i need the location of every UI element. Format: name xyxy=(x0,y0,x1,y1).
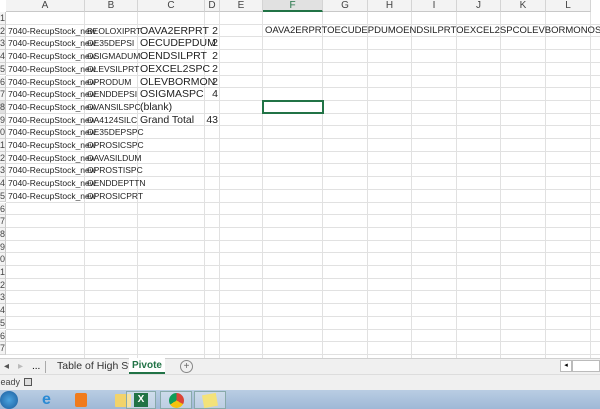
windows-taskbar: e X xyxy=(0,390,600,409)
selected-cell-f8[interactable] xyxy=(262,100,324,114)
pivot-row-label[interactable]: OLEVBORMON xyxy=(140,76,215,88)
cell-a10[interactable]: 7040-RecupStock_new xyxy=(8,126,96,138)
status-bar: Ready xyxy=(0,374,600,390)
hscroll-left-icon[interactable]: ◂ xyxy=(560,360,572,372)
gridline xyxy=(322,12,323,358)
sticky-notes-icon[interactable] xyxy=(194,391,226,409)
cell-a15[interactable]: 7040-RecupStock_new xyxy=(8,190,96,202)
cell-b5[interactable]: OLEVSILPRT xyxy=(87,63,139,75)
pivot-row-count[interactable] xyxy=(205,101,218,113)
gridline xyxy=(411,12,412,358)
column-header-h[interactable]: H xyxy=(368,0,412,12)
gridline xyxy=(590,12,591,358)
tab-pivote[interactable]: Pivote xyxy=(129,358,165,374)
pivot-row-count[interactable]: 2 xyxy=(205,63,218,75)
cell-b6[interactable]: OPRODUM xyxy=(87,76,131,88)
pivot-row-count[interactable]: 2 xyxy=(205,76,218,88)
cell-b14[interactable]: OENDDEPTTN xyxy=(87,177,146,189)
media-player-icon[interactable] xyxy=(64,391,97,409)
cell-b4[interactable]: OSIGMADUM xyxy=(87,50,140,62)
cell-a3[interactable]: 7040-RecupStock_new xyxy=(8,37,96,49)
cell-b3[interactable]: OE35DEPSI xyxy=(87,37,134,49)
column-header-a[interactable]: A xyxy=(6,0,85,12)
cell-a6[interactable]: 7040-RecupStock_new xyxy=(8,76,96,88)
column-header-j[interactable]: J xyxy=(457,0,501,12)
status-text: Ready xyxy=(0,377,21,387)
cell-a11[interactable]: 7040-RecupStock_new xyxy=(8,139,96,151)
column-header-g[interactable]: G xyxy=(323,0,368,12)
cell-a13[interactable]: 7040-RecupStock_new xyxy=(8,164,96,176)
macro-record-icon[interactable] xyxy=(24,378,32,386)
divider xyxy=(45,361,46,373)
gridline xyxy=(219,12,220,358)
cell-b10[interactable]: OE35DEPSPC xyxy=(87,126,144,138)
pivot-row-label[interactable]: OSIGMASPC xyxy=(140,88,204,100)
gridline xyxy=(6,239,600,241)
scroll-left-icon[interactable]: ◂ xyxy=(4,359,9,374)
column-header-k[interactable]: K xyxy=(501,0,546,12)
cell-b9[interactable]: OA4124SILC xyxy=(87,114,137,126)
cell-b11[interactable]: OPROSICSPC xyxy=(87,139,144,151)
pivot-row-label[interactable]: OAVA2ERPRT xyxy=(140,25,209,37)
column-header-f[interactable]: F xyxy=(263,0,323,12)
gridline xyxy=(6,277,600,279)
cell-b2[interactable]: BEOLOXIPRT xyxy=(87,25,141,37)
cell-a4[interactable]: 7040-RecupStock_new xyxy=(8,50,96,62)
gridline xyxy=(6,214,600,216)
add-sheet-button[interactable]: + xyxy=(180,360,193,373)
gridline xyxy=(6,353,600,355)
cell-a5[interactable]: 7040-RecupStock_new xyxy=(8,63,96,75)
gridline xyxy=(6,226,600,228)
cell-f2[interactable]: OAVA2ERPRTOECUDEPDUMOENDSILPRTOEXCEL2SPC… xyxy=(265,25,600,37)
cell-a2[interactable]: 7040-RecupStock_new xyxy=(8,25,96,37)
column-header-d[interactable]: D xyxy=(205,0,220,12)
gridline xyxy=(262,12,263,358)
column-header-b[interactable]: B xyxy=(85,0,138,12)
gridline xyxy=(456,12,457,358)
internet-explorer-icon[interactable]: e xyxy=(30,391,63,409)
pivot-row-label[interactable]: OENDSILPRT xyxy=(140,50,207,62)
gridline xyxy=(6,252,600,254)
pivot-row-label[interactable]: (blank) xyxy=(140,101,172,113)
column-header-e[interactable]: E xyxy=(220,0,263,12)
gridline xyxy=(6,341,600,343)
spreadsheet-grid[interactable]: ABCDEFGHIJKL1234567891011121314151617181… xyxy=(0,0,600,358)
scroll-right-icon[interactable]: ▸ xyxy=(18,359,23,374)
column-header-i[interactable]: I xyxy=(412,0,457,12)
gridline xyxy=(367,12,368,358)
gridline xyxy=(6,290,600,292)
cell-a9[interactable]: 7040-RecupStock_new xyxy=(8,114,96,126)
pivot-row-count[interactable]: 43 xyxy=(205,114,218,126)
column-header-c[interactable]: C xyxy=(138,0,205,12)
gridline xyxy=(6,328,600,330)
cell-b12[interactable]: OAVASILDUM xyxy=(87,152,141,164)
cell-b8[interactable]: OVANSILSPC xyxy=(87,101,141,113)
gridline xyxy=(6,265,600,266)
pivot-row-label[interactable]: Grand Total xyxy=(140,114,194,126)
excel-taskbar-icon[interactable]: X xyxy=(126,391,156,409)
gridline xyxy=(6,303,600,305)
cell-b15[interactable]: OPROSICPRT xyxy=(87,190,143,202)
cell-a7[interactable]: 7040-RecupStock_new xyxy=(8,88,96,100)
cell-a8[interactable]: 7040-RecupStock_new xyxy=(8,101,96,113)
cell-b7[interactable]: OENDDEPSI xyxy=(87,88,137,100)
column-header-l[interactable]: L xyxy=(546,0,591,12)
pivot-row-count[interactable]: 2 xyxy=(205,37,218,49)
horizontal-scrollbar[interactable] xyxy=(572,360,600,372)
start-button-icon[interactable] xyxy=(0,391,25,409)
pivot-row-count[interactable]: 4 xyxy=(205,88,218,100)
cell-a12[interactable]: 7040-RecupStock_new xyxy=(8,152,96,164)
more-sheets-button[interactable]: ... xyxy=(32,359,40,374)
chrome-icon[interactable] xyxy=(160,391,192,409)
pivot-row-label[interactable]: OEXCEL2SPC xyxy=(140,63,210,75)
gridline xyxy=(500,12,501,358)
gridline xyxy=(6,315,600,317)
cell-a14[interactable]: 7040-RecupStock_new xyxy=(8,177,96,189)
pivot-row-count[interactable]: 2 xyxy=(205,50,218,62)
sheet-tab-bar: ◂ ▸ ... Table of High Stock Pivote + ◂ xyxy=(0,358,600,374)
cell-b13[interactable]: OPROSTISPC xyxy=(87,164,143,176)
gridline xyxy=(545,12,546,358)
pivot-row-count[interactable]: 2 xyxy=(205,25,218,37)
